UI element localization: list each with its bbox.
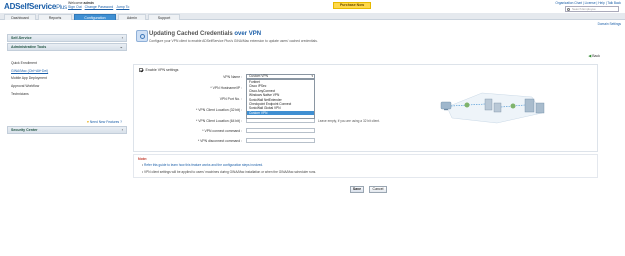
sidebar-item-mobile-app[interactable]: Mobile App Deployment xyxy=(11,75,123,83)
main-content: Updating Cached Credentials over VPN Con… xyxy=(132,30,604,206)
sidebar-section-self-service[interactable]: Self-Service › xyxy=(7,34,127,42)
tab-reports[interactable]: Reports xyxy=(38,14,72,20)
vpn-disconnect-field[interactable] xyxy=(246,138,315,143)
sidebar: Self-Service › Administrative Tools ⌄ Qu… xyxy=(7,34,127,206)
tab-support[interactable]: Support xyxy=(148,14,180,20)
top-links[interactable]: Organization Chart | License | Help | Ta… xyxy=(555,1,621,5)
vpn-connect-label: * VPN connect command : xyxy=(202,129,242,133)
cancel-button[interactable]: Cancel xyxy=(369,186,387,193)
page-title: Updating Cached Credentials over VPN xyxy=(149,31,261,37)
note-line-guide: • Refer this guide to learn how this fea… xyxy=(142,163,264,167)
note-box: Note: • Refer this guide to learn how th… xyxy=(133,154,598,178)
vpn-connect-field[interactable] xyxy=(246,128,315,133)
main-nav: Dashboard Reports Configuration Admin Su… xyxy=(0,13,625,20)
need-features-link[interactable]: ♥ Need New Features ? xyxy=(87,120,122,124)
page-title-highlight: over VPN xyxy=(234,31,262,37)
vpn-diagram xyxy=(440,92,545,124)
sidebar-section-title: Self-Service xyxy=(11,36,32,40)
chevron-down-icon: ⌄ xyxy=(119,44,123,49)
sidebar-section-admin-tools[interactable]: Administrative Tools ⌄ xyxy=(7,43,127,51)
tab-dashboard[interactable]: Dashboard xyxy=(4,14,36,20)
vpn-port-label: VPN Port No. : xyxy=(219,97,242,101)
sidebar-section-title: Security Center xyxy=(11,128,38,132)
page-description: Configure your VPN client to enable ADSe… xyxy=(149,39,318,43)
back-arrow-icon: ◀ xyxy=(588,54,592,58)
welcome-block: Welcome admin Sign Out Change Password J… xyxy=(68,1,131,9)
back-label: Back xyxy=(592,54,600,58)
domain-settings-link[interactable]: Domain Settings xyxy=(598,22,621,26)
chevron-down-icon: ▾ xyxy=(311,74,313,78)
need-features-label: Need New Features ? xyxy=(89,120,122,124)
search-placeholder: Search Employee xyxy=(572,7,596,11)
vpn-client-32-label: * VPN Client Location (32 bit) : xyxy=(196,108,242,112)
vpn-hostname-label: * VPN Hostname/IP : xyxy=(210,86,242,90)
vpn-option-selected[interactable]: Custom VPN xyxy=(247,110,314,116)
tab-configuration[interactable]: Configuration xyxy=(74,14,116,20)
sidebar-item-quick-enrollment[interactable]: Quick Enrollment xyxy=(11,60,123,68)
sidebar-item-gina-mac[interactable]: GINA/Mac (Ctrl+Alt+Del) xyxy=(11,68,123,76)
jump-to-link[interactable]: Jump To xyxy=(116,5,129,9)
vpn-client-64-hint: Leave empty, if you are using a 32 bit c… xyxy=(318,119,380,123)
vpn-disconnect-label: * VPN disconnect command : xyxy=(197,139,242,143)
search-input[interactable]: Search Employee xyxy=(565,6,619,12)
search-icon xyxy=(567,7,570,11)
feature-icon: ♥ xyxy=(87,120,89,124)
vpn-client-64-label: * VPN Client Location (64 bit) : xyxy=(196,119,242,123)
back-button[interactable]: ◀ Back xyxy=(589,54,600,58)
sidebar-item-technicians[interactable]: Technicians xyxy=(11,91,123,99)
logo-plus: Plus xyxy=(56,5,67,11)
settings-icon xyxy=(136,30,148,42)
app-logo[interactable]: ADSelfServicePlus xyxy=(4,2,67,11)
note-line-settings-text: VPN client settings will be applied to u… xyxy=(144,170,317,174)
page-title-text: Updating Cached Credentials xyxy=(149,31,233,37)
vpn-name-dropdown: Fortinet Cisco IPSec Cisco AnyConnect Wi… xyxy=(246,79,315,119)
enable-vpn-label: Enable VPN settings xyxy=(145,68,179,72)
chevron-right-icon: › xyxy=(121,127,123,132)
sidebar-item-approval-workflow[interactable]: Approval Workflow xyxy=(11,83,123,91)
save-button[interactable]: Save xyxy=(350,186,364,193)
note-title: Note: xyxy=(138,157,148,161)
vpn-name-label: VPN Name : xyxy=(223,75,242,79)
guide-link[interactable]: Refer this guide to learn how this featu… xyxy=(144,163,263,167)
chevron-right-icon: › xyxy=(121,35,123,40)
enable-vpn-checkbox[interactable] xyxy=(139,68,143,72)
enable-vpn-toggle[interactable]: Enable VPN settings xyxy=(139,68,178,72)
note-line-settings: • VPN client settings will be applied to… xyxy=(142,170,317,174)
sidebar-section-security-center[interactable]: Security Center › xyxy=(7,126,127,134)
purchase-now-button[interactable]: Purchase Now xyxy=(333,2,371,9)
sidebar-section-title: Administrative Tools xyxy=(11,45,47,49)
sign-out-link[interactable]: Sign Out xyxy=(68,5,82,9)
logo-text: ADSelfService xyxy=(4,2,57,11)
tab-admin[interactable]: Admin xyxy=(118,14,146,20)
vpn-name-value: Custom VPN xyxy=(249,74,269,78)
change-password-link[interactable]: Change Password xyxy=(85,5,114,9)
top-bar: ADSelfServicePlus Welcome admin Sign Out… xyxy=(0,0,625,13)
